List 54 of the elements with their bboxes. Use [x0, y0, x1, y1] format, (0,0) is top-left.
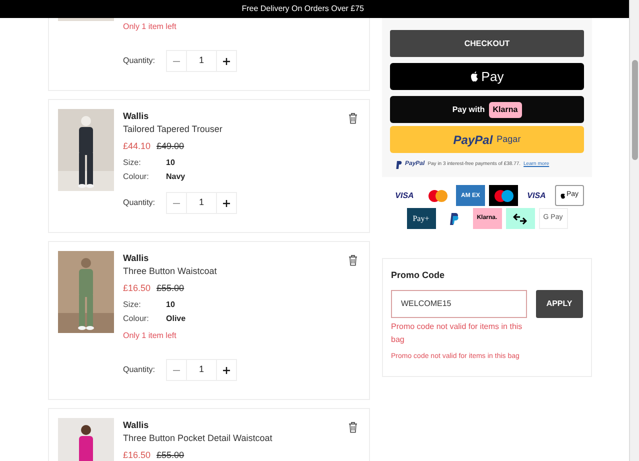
maestro-icon [489, 185, 518, 206]
plus-icon [222, 56, 231, 66]
quantity-value: 1 [198, 54, 205, 68]
colour-value: Olive [166, 313, 186, 325]
klarna-button[interactable]: Pay with Klarna [390, 96, 584, 123]
stock-note: Only 1 item left [123, 330, 178, 342]
klarna-prefix: Pay with [452, 104, 485, 116]
promo-code-field[interactable]: WELCOME15 [391, 290, 527, 318]
colour-label: Colour: [123, 313, 150, 325]
plus-icon [222, 366, 231, 374]
stock-note: Only 1 item left [123, 21, 178, 33]
brand-name: Wallis [123, 419, 150, 431]
product-name: Three Button Pocket Detail Waistcoat [123, 432, 274, 445]
trash-icon[interactable] [348, 421, 358, 433]
original-price: £55.00 [156, 282, 184, 296]
size-value: 10 [166, 157, 175, 169]
payplus-logo: Pay+ [406, 208, 436, 229]
quantity-value: 1 [198, 363, 205, 376]
promo-title: Promo Code [391, 269, 446, 282]
paypal-button[interactable]: PayPal Pagar [390, 126, 584, 153]
checkout-button[interactable]: CHECKOUT [390, 30, 584, 57]
paypal-icon [396, 160, 402, 168]
sale-price: £16.50 [123, 282, 151, 296]
sale-price: £44.10 [123, 140, 151, 154]
clearpay-icon [506, 208, 534, 229]
apple-pay-button[interactable]: Pay [390, 63, 584, 90]
colour-value: Navy [166, 171, 186, 183]
plus-icon [222, 198, 231, 208]
quantity-value: 1 [198, 196, 205, 210]
apple-pay-label: Pay [481, 68, 504, 86]
quantity-label: Quantity: [123, 364, 153, 376]
product-name: Three Button Waistcoat [123, 265, 218, 278]
product-name: Tailored Tapered Trouser [123, 123, 224, 136]
paypal-logo: PayPal [453, 132, 493, 148]
klarna-badge: Klarna [488, 102, 522, 118]
apply-button[interactable]: APPLY [536, 290, 583, 318]
scrollbar[interactable] [629, 0, 639, 461]
quantity-label: Quantity: [123, 197, 153, 209]
trash-icon[interactable] [348, 112, 358, 124]
brand-name: Wallis [123, 110, 150, 122]
size-value: 10 [166, 299, 175, 311]
brand-name: Wallis [123, 252, 150, 264]
sale-price: £16.50 [123, 449, 151, 461]
original-price: £55.00 [156, 449, 184, 461]
trash-icon[interactable] [348, 254, 358, 266]
quantity-label: Quantity: [123, 55, 153, 67]
banner-text: Free Delivery On Orders Over £75 [242, 3, 364, 15]
size-label: Size: [123, 299, 142, 311]
colour-label: Colour: [123, 171, 150, 183]
error-message: Promo code not valid for items in this bag [391, 320, 524, 346]
size-label: Size: [123, 157, 142, 169]
paypal-pay-label: Pagar [496, 132, 521, 146]
apple-icon [470, 71, 480, 82]
original-price: £49.00 [156, 140, 184, 154]
